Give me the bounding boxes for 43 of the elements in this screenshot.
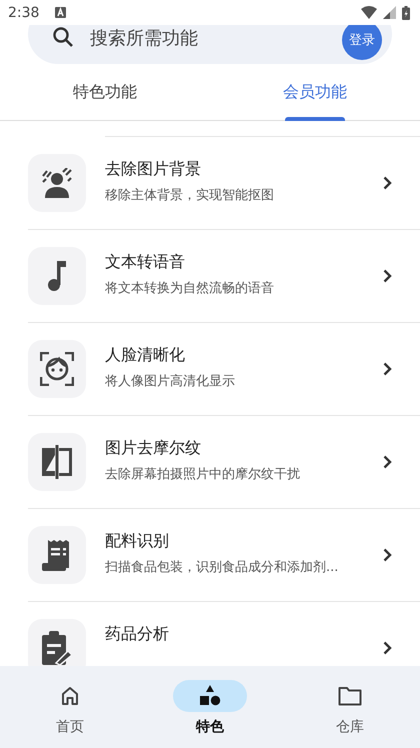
notification-icon [55,7,66,18]
feature-item[interactable]: 去除图片背景 移除主体背景，实现智能抠图 [28,137,420,230]
feature-item[interactable]: 配料识别 扫描食品包装，识别食品成分和添加剂... [28,509,420,602]
chevron-right-icon [383,548,392,562]
login-button[interactable]: 登录 [342,25,382,60]
tab[interactable]: 特色功能 [0,64,210,120]
nav-item[interactable]: 特色 [140,666,280,748]
feature-title: 图片去摩尔纹 [105,438,202,459]
feature-item[interactable]: 文本转语音 将文本转换为自然流畅的语音 [28,230,420,323]
face-scan-icon [40,352,74,386]
feature-title: 文本转语音 [105,252,186,273]
chevron-right-icon [383,176,392,190]
feature-title: 药品分析 [105,624,170,645]
chevron-right-icon [383,269,392,283]
feature-item[interactable]: 图片去摩尔纹 去除屏幕拍摄照片中的摩尔纹干扰 [28,416,420,509]
receipt-icon [42,539,72,571]
tab[interactable]: 会员功能 [210,64,420,120]
music-note-icon [47,261,67,291]
home-icon [60,686,80,706]
feature-item[interactable]: 人脸清晰化 将人像图片高清化显示 [28,323,420,416]
feature-description: 将人像图片高清化显示 [105,373,236,390]
nav-item[interactable]: 仓库 [280,666,420,748]
chevron-right-icon [383,455,392,469]
feature-description: 将文本转换为自然流畅的语音 [105,280,275,297]
compare-icon [42,445,72,479]
feature-title: 人脸清晰化 [105,345,186,366]
nav-item[interactable]: 首页 [0,666,140,748]
chevron-right-icon [383,362,392,376]
feature-title: 去除图片背景 [105,159,202,180]
feature-description: 扫描食品包装，识别食品成分和添加剂... [105,559,340,576]
search-icon [52,26,74,48]
feature-description: 去除屏幕拍摄照片中的摩尔纹干扰 [105,466,301,483]
signal-icon [383,6,396,19]
folder-icon [338,686,362,706]
chevron-right-icon [383,641,392,655]
search-field[interactable]: 搜索所需功能 登录 [28,25,392,64]
shapes-icon [199,685,221,707]
feature-title: 配料识别 [105,531,170,552]
battery-icon [402,6,410,20]
wifi-icon [361,6,377,19]
person-icon [41,168,73,198]
feature-description: 移除主体背景，实现智能抠图 [105,187,275,204]
status-time: 2:38 [8,4,40,20]
